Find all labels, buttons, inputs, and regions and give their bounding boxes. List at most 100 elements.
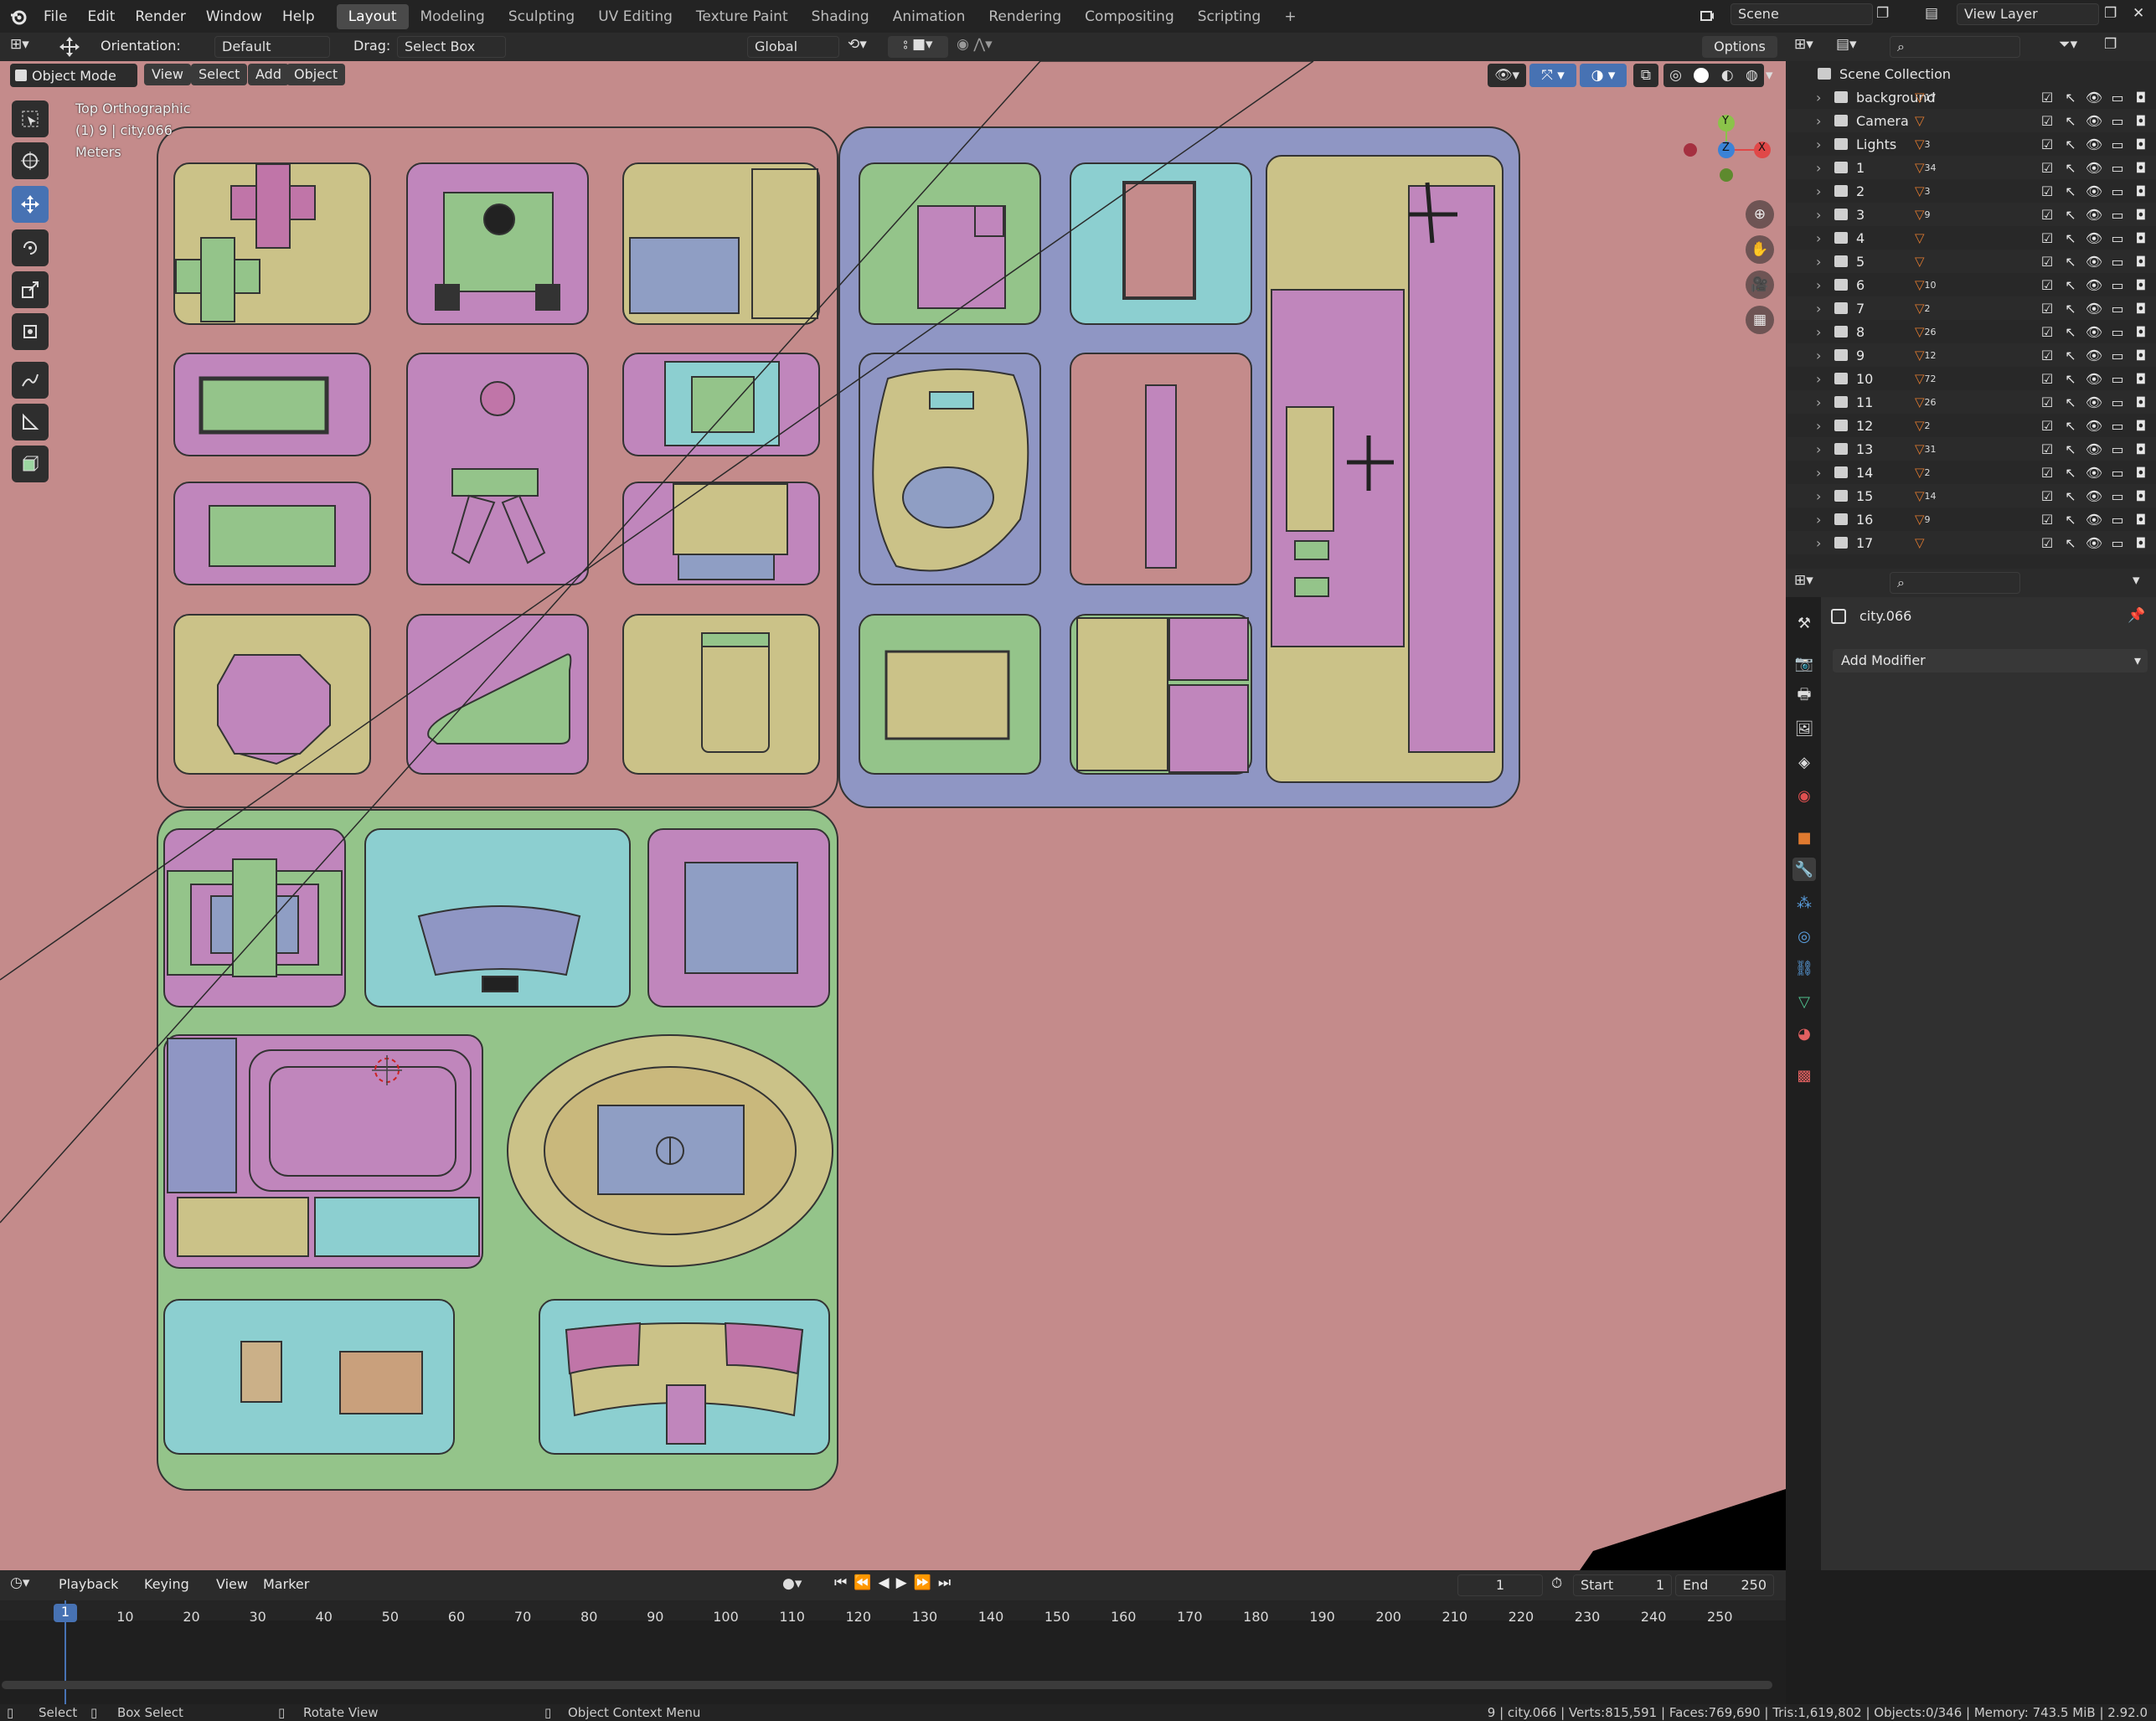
eye-icon[interactable]: 👁 bbox=[2086, 417, 2102, 434]
exclude-checkbox-icon[interactable]: ☑ bbox=[2039, 417, 2055, 434]
transform-orientation-dropdown[interactable]: Global bbox=[747, 36, 839, 58]
options-button[interactable]: Options bbox=[1702, 36, 1777, 58]
outliner-search-input[interactable]: ⌕ bbox=[1890, 36, 2020, 58]
render-camera-icon[interactable]: ◘ bbox=[2133, 159, 2149, 176]
new-view-layer-icon[interactable]: ❐ bbox=[2104, 5, 2121, 25]
eye-icon[interactable]: 👁 bbox=[2086, 511, 2102, 528]
pin-icon[interactable]: 📌 bbox=[2128, 607, 2145, 624]
texture-tab-icon[interactable]: ▩ bbox=[1792, 1064, 1816, 1087]
selectable-arrow-icon[interactable]: ↖ bbox=[2062, 276, 2079, 293]
exclude-checkbox-icon[interactable]: ☑ bbox=[2039, 300, 2055, 317]
render-tab-icon[interactable]: 📷 bbox=[1792, 652, 1816, 675]
selectable-arrow-icon[interactable]: ↖ bbox=[2062, 300, 2079, 317]
perspective-grid-icon[interactable]: ▦ bbox=[1746, 306, 1774, 334]
expand-arrow-icon[interactable]: › bbox=[1816, 348, 1828, 363]
record-keyframe-icon[interactable]: ●▾ bbox=[782, 1575, 816, 1595]
stopwatch-icon[interactable]: ⏱ bbox=[1551, 1575, 1562, 1592]
physics-tab-icon[interactable]: ◎ bbox=[1792, 925, 1816, 948]
eye-icon[interactable]: 👁 bbox=[2086, 206, 2102, 223]
expand-arrow-icon[interactable]: › bbox=[1816, 183, 1828, 199]
exclude-checkbox-icon[interactable]: ☑ bbox=[2039, 487, 2055, 504]
expand-arrow-icon[interactable]: › bbox=[1816, 512, 1828, 528]
editor-type-icon[interactable]: ⊞▾ bbox=[10, 36, 44, 58]
exclude-checkbox-icon[interactable]: ☑ bbox=[2039, 159, 2055, 176]
new-scene-icon[interactable]: ❐ bbox=[1876, 5, 1893, 25]
expand-arrow-icon[interactable]: › bbox=[1816, 371, 1828, 387]
render-camera-icon[interactable]: ◘ bbox=[2133, 276, 2149, 293]
snap-toggle-icon[interactable]: ⦂ ■▾ bbox=[888, 36, 948, 58]
view-layer-tab-icon[interactable]: 🖼 bbox=[1792, 717, 1816, 740]
render-camera-icon[interactable]: ◘ bbox=[2133, 394, 2149, 410]
exclude-checkbox-icon[interactable]: ☑ bbox=[2039, 464, 2055, 481]
tab-uv-editing[interactable]: UV Editing bbox=[586, 4, 684, 29]
scene-selector[interactable]: Scene bbox=[1730, 3, 1873, 25]
expand-arrow-icon[interactable]: › bbox=[1816, 465, 1828, 481]
monitor-icon[interactable]: ▭ bbox=[2109, 89, 2126, 106]
eye-icon[interactable]: 👁 bbox=[2086, 464, 2102, 481]
exclude-checkbox-icon[interactable]: ☑ bbox=[2039, 206, 2055, 223]
end-frame-field[interactable]: End 250 bbox=[1675, 1574, 1774, 1596]
pan-hand-icon[interactable]: ✋ bbox=[1746, 235, 1774, 264]
tab-modeling[interactable]: Modeling bbox=[409, 4, 497, 29]
selectable-arrow-icon[interactable]: ↖ bbox=[2062, 229, 2079, 246]
eye-icon[interactable]: 👁 bbox=[2086, 159, 2102, 176]
render-camera-icon[interactable]: ◘ bbox=[2133, 253, 2149, 270]
rendered-shading-icon[interactable]: ◍ bbox=[1746, 67, 1758, 84]
selectable-arrow-icon[interactable]: ↖ bbox=[2062, 136, 2079, 152]
zoom-icon[interactable]: ⊕ bbox=[1746, 200, 1774, 229]
prev-keyframe-icon[interactable]: ⏪ bbox=[854, 1574, 871, 1591]
render-camera-icon[interactable]: ◘ bbox=[2133, 441, 2149, 457]
annotate-tool-icon[interactable] bbox=[12, 362, 49, 399]
monitor-icon[interactable]: ▭ bbox=[2109, 441, 2126, 457]
expand-arrow-icon[interactable]: › bbox=[1816, 254, 1828, 270]
xray-toggle-icon[interactable]: ⧉ bbox=[1633, 64, 1658, 87]
exclude-checkbox-icon[interactable]: ☑ bbox=[2039, 229, 2055, 246]
tab-shading[interactable]: Shading bbox=[800, 4, 881, 29]
expand-arrow-icon[interactable]: › bbox=[1816, 418, 1828, 434]
exclude-checkbox-icon[interactable]: ☑ bbox=[2039, 112, 2055, 129]
render-camera-icon[interactable]: ◘ bbox=[2133, 347, 2149, 363]
selectable-arrow-icon[interactable]: ↖ bbox=[2062, 347, 2079, 363]
menu-window[interactable]: Window bbox=[196, 8, 272, 25]
render-camera-icon[interactable]: ◘ bbox=[2133, 89, 2149, 106]
particles-tab-icon[interactable]: ⁂ bbox=[1792, 891, 1816, 915]
object-data-tab-icon[interactable]: ▽ bbox=[1792, 990, 1816, 1013]
transform-tool-icon[interactable] bbox=[12, 313, 49, 350]
eye-icon[interactable]: 👁 bbox=[2086, 276, 2102, 293]
expand-arrow-icon[interactable]: › bbox=[1816, 441, 1828, 457]
overlays-toggle-icon[interactable]: ◑ ▾ bbox=[1580, 64, 1627, 87]
expand-arrow-icon[interactable]: › bbox=[1816, 90, 1828, 106]
select-menu[interactable]: Select bbox=[191, 64, 248, 85]
eye-icon[interactable]: 👁 bbox=[2086, 370, 2102, 387]
selectable-arrow-icon[interactable]: ↖ bbox=[2062, 89, 2079, 106]
render-camera-icon[interactable]: ◘ bbox=[2133, 136, 2149, 152]
render-camera-icon[interactable]: ◘ bbox=[2133, 183, 2149, 199]
eye-icon[interactable]: 👁 bbox=[2086, 347, 2102, 363]
exclude-checkbox-icon[interactable]: ☑ bbox=[2039, 347, 2055, 363]
add-modifier-dropdown[interactable]: Add Modifier ▾ bbox=[1833, 649, 2148, 672]
selectable-arrow-icon[interactable]: ↖ bbox=[2062, 417, 2079, 434]
remove-view-layer-icon[interactable]: ✕ bbox=[2133, 5, 2149, 25]
eye-icon[interactable]: 👁 bbox=[2086, 534, 2102, 551]
keying-menu[interactable]: Keying bbox=[144, 1576, 189, 1592]
monitor-icon[interactable]: ▭ bbox=[2109, 487, 2126, 504]
monitor-icon[interactable]: ▭ bbox=[2109, 183, 2126, 199]
timeline-view-menu[interactable]: View bbox=[216, 1576, 248, 1592]
visibility-toggle-icon[interactable]: 👁▾ bbox=[1488, 64, 1526, 87]
exclude-checkbox-icon[interactable]: ☑ bbox=[2039, 370, 2055, 387]
render-camera-icon[interactable]: ◘ bbox=[2133, 487, 2149, 504]
tab-texture-paint[interactable]: Texture Paint bbox=[684, 4, 800, 29]
tab-scripting[interactable]: Scripting bbox=[1186, 4, 1273, 29]
monitor-icon[interactable]: ▭ bbox=[2109, 347, 2126, 363]
object-mode-dropdown[interactable]: Object Mode bbox=[10, 64, 137, 87]
expand-arrow-icon[interactable]: › bbox=[1816, 160, 1828, 176]
selectable-arrow-icon[interactable]: ↖ bbox=[2062, 464, 2079, 481]
render-camera-icon[interactable]: ◘ bbox=[2133, 206, 2149, 223]
selectable-arrow-icon[interactable]: ↖ bbox=[2062, 159, 2079, 176]
expand-arrow-icon[interactable]: › bbox=[1816, 207, 1828, 223]
rotate-tool-icon[interactable] bbox=[12, 229, 49, 266]
render-camera-icon[interactable]: ◘ bbox=[2133, 300, 2149, 317]
eye-icon[interactable]: 👁 bbox=[2086, 441, 2102, 457]
exclude-checkbox-icon[interactable]: ☑ bbox=[2039, 136, 2055, 152]
monitor-icon[interactable]: ▭ bbox=[2109, 159, 2126, 176]
